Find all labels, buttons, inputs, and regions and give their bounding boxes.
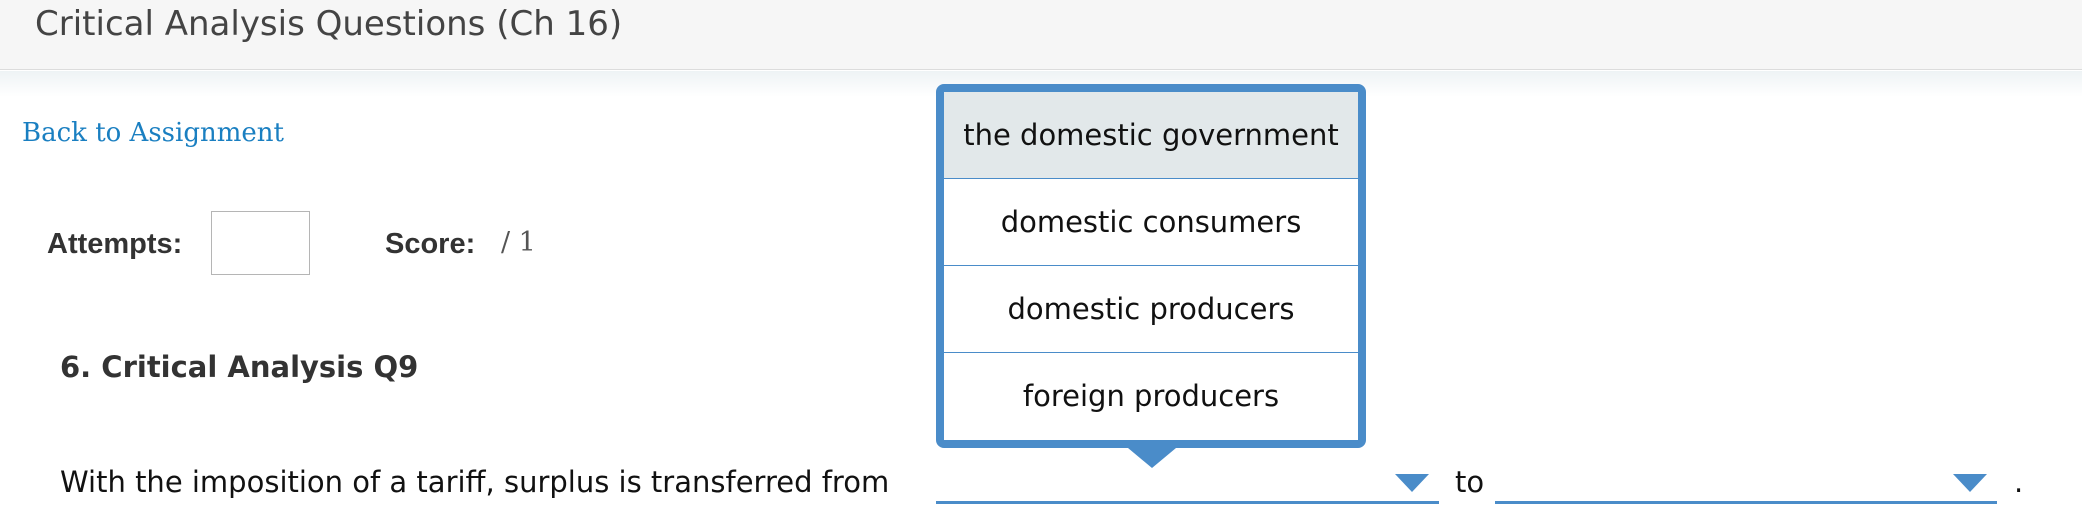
surplus-from-select[interactable] — [936, 460, 1439, 504]
dropdown-option-list: the domestic government domestic consume… — [944, 92, 1358, 440]
question-end-period: . — [2014, 465, 2024, 499]
score-value: / 1 — [501, 227, 536, 258]
dropdown-option-domestic-producers[interactable]: domestic producers — [944, 266, 1358, 353]
question-separator-to: to — [1455, 465, 1485, 499]
surplus-to-select[interactable] — [1495, 460, 1997, 504]
score-label: Score: — [385, 228, 476, 260]
attempts-value-box — [211, 211, 310, 275]
dropdown-option-domestic-government[interactable]: the domestic government — [944, 92, 1358, 179]
chevron-down-icon[interactable] — [1953, 474, 1987, 492]
page-header: Critical Analysis Questions (Ch 16) — [0, 0, 2082, 70]
page-title: Critical Analysis Questions (Ch 16) — [35, 4, 623, 44]
dropdown-menu: the domestic government domestic consume… — [936, 84, 1366, 468]
dropdown-option-domestic-consumers[interactable]: domestic consumers — [944, 179, 1358, 266]
back-to-assignment-link[interactable]: Back to Assignment — [22, 118, 284, 148]
question-title: 6. Critical Analysis Q9 — [60, 350, 419, 384]
chevron-down-icon[interactable] — [1395, 474, 1429, 492]
dropdown-pointer-icon — [1128, 448, 1176, 468]
dropdown-option-foreign-producers[interactable]: foreign producers — [944, 353, 1358, 440]
question-text: With the imposition of a tariff, surplus… — [60, 465, 890, 499]
attempts-label: Attempts: — [47, 228, 183, 260]
